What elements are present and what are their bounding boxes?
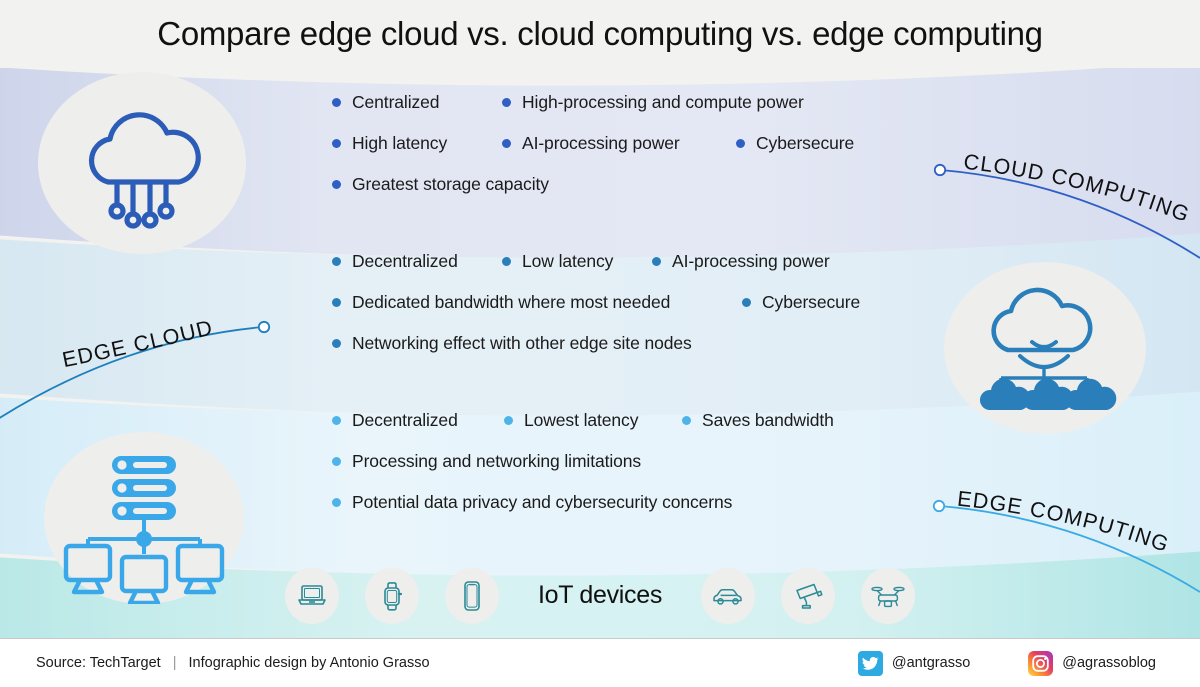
iot-icon-laptop [284, 567, 339, 624]
badge-edge-cloud [944, 262, 1146, 434]
bullet-item: Potential data privacy and cybersecurity… [332, 492, 732, 513]
social-link-twitter[interactable]: @antgrasso [857, 650, 971, 676]
bullet-dot [332, 457, 341, 466]
bullet-row: High latency AI-processing power Cyberse… [332, 133, 912, 154]
bullet-dot [502, 257, 511, 266]
bullet-row: Centralized High-processing and compute … [332, 92, 912, 113]
section-content-edge-computing: Decentralized Lowest latency Saves bandw… [332, 410, 912, 533]
bullet-label: Centralized [352, 92, 440, 112]
bullet-label: Processing and networking limitations [352, 451, 642, 471]
social-link-instagram[interactable]: @agrassoblog [1028, 650, 1156, 676]
bullet-item: Low latency [502, 251, 652, 272]
footer-divider [0, 638, 1200, 639]
twitter-icon [857, 650, 883, 676]
bullet-label: Networking effect with other edge site n… [352, 333, 692, 353]
iot-icon-security-camera [781, 567, 836, 624]
bullet-label: Decentralized [352, 410, 458, 430]
bullet-dot [332, 180, 341, 189]
bullet-item: Processing and networking limitations [332, 451, 641, 472]
connector-dot-edge-computing [932, 499, 946, 513]
bullet-label: Dedicated bandwidth where most needed [352, 292, 671, 312]
bullet-item: Cybersecure [736, 133, 854, 154]
social-links: @antgrasso @agrassoblog [800, 650, 1156, 676]
bullet-row: Greatest storage capacity [332, 174, 912, 195]
instagram-icon [1028, 650, 1054, 676]
bullet-dot [332, 498, 341, 507]
bullet-dot [332, 416, 341, 425]
bullet-label: AI-processing power [672, 251, 830, 271]
source-credit: Source: TechTarget | Infographic design … [36, 655, 430, 671]
bullet-dot [332, 257, 341, 266]
bullet-label: AI-processing power [522, 133, 680, 153]
design-credit-label: Infographic design by Antonio Grasso [188, 655, 430, 671]
bullet-label: Decentralized [352, 251, 458, 271]
bullet-dot [332, 98, 341, 107]
bullet-label: Potential data privacy and cybersecurity… [352, 492, 733, 512]
page-title: Compare edge cloud vs. cloud computing v… [157, 15, 1043, 52]
bullet-item: High latency [332, 133, 502, 154]
bullet-dot [502, 98, 511, 107]
section-content-edge-cloud: Decentralized Low latency AI-processing … [332, 251, 912, 374]
bullet-dot [504, 416, 513, 425]
server-network-icon [112, 456, 176, 520]
iot-icon-car [701, 567, 756, 624]
bullet-item: Greatest storage capacity [332, 174, 549, 195]
bullet-item: Saves bandwidth [682, 410, 834, 431]
bullet-dot [332, 339, 341, 348]
bullet-row: Decentralized Lowest latency Saves bandw… [332, 410, 912, 431]
twitter-handle: @antgrasso [891, 655, 971, 671]
bullet-dot [652, 257, 661, 266]
bullet-dot [742, 298, 751, 307]
bullet-label: Saves bandwidth [702, 410, 834, 430]
bullet-dot [332, 298, 341, 307]
bullet-row: Decentralized Low latency AI-processing … [332, 251, 912, 272]
footer-separator: | [172, 655, 177, 671]
connector-dot-cloud-computing [933, 163, 947, 177]
bullet-item: High-processing and compute power [502, 92, 804, 113]
section-content-cloud-computing: Centralized High-processing and compute … [332, 92, 912, 215]
bullet-item: AI-processing power [652, 251, 830, 272]
infographic-canvas: CLOUD COMPUTING EDGE CLOUD EDGE COMPUTIN… [0, 0, 1200, 687]
iot-icon-smartphone [444, 567, 499, 624]
iot-devices-label: IoT devices [537, 581, 663, 609]
title-bar: Compare edge cloud vs. cloud computing v… [0, 0, 1200, 68]
connector-dot-edge-cloud [257, 320, 271, 334]
bullet-dot [502, 139, 511, 148]
footer: Source: TechTarget | Infographic design … [0, 639, 1200, 687]
bullet-row: Processing and networking limitations [332, 451, 912, 472]
bullet-label: Greatest storage capacity [352, 174, 549, 194]
bullet-dot [682, 416, 691, 425]
bullet-item: Lowest latency [504, 410, 682, 431]
badge-edge-computing [44, 432, 244, 604]
bullet-label: High latency [352, 133, 448, 153]
bullet-row: Dedicated bandwidth where most needed Cy… [332, 292, 912, 313]
bullet-dot [332, 139, 341, 148]
bullet-dot [736, 139, 745, 148]
bullet-item: Decentralized [332, 410, 504, 431]
bullet-label: High-processing and compute power [522, 92, 804, 112]
bullet-item: Dedicated bandwidth where most needed [332, 292, 742, 313]
bullet-label: Low latency [522, 251, 614, 271]
bullet-label: Lowest latency [524, 410, 639, 430]
bullet-item: Networking effect with other edge site n… [332, 333, 692, 354]
source-label: Source: TechTarget [36, 655, 161, 671]
bullet-row: Potential data privacy and cybersecurity… [332, 492, 912, 513]
badge-cloud-computing [38, 72, 246, 254]
bullet-item: Cybersecure [742, 292, 860, 313]
iot-icon-drone [861, 567, 916, 624]
instagram-handle: @agrassoblog [1062, 655, 1156, 671]
bullet-label: Cybersecure [756, 133, 855, 153]
bullet-label: Cybersecure [762, 292, 861, 312]
bullet-row: Networking effect with other edge site n… [332, 333, 912, 354]
iot-icon-smartwatch [364, 567, 419, 624]
bullet-item: Decentralized [332, 251, 502, 272]
bullet-item: AI-processing power [502, 133, 736, 154]
bullet-item: Centralized [332, 92, 502, 113]
